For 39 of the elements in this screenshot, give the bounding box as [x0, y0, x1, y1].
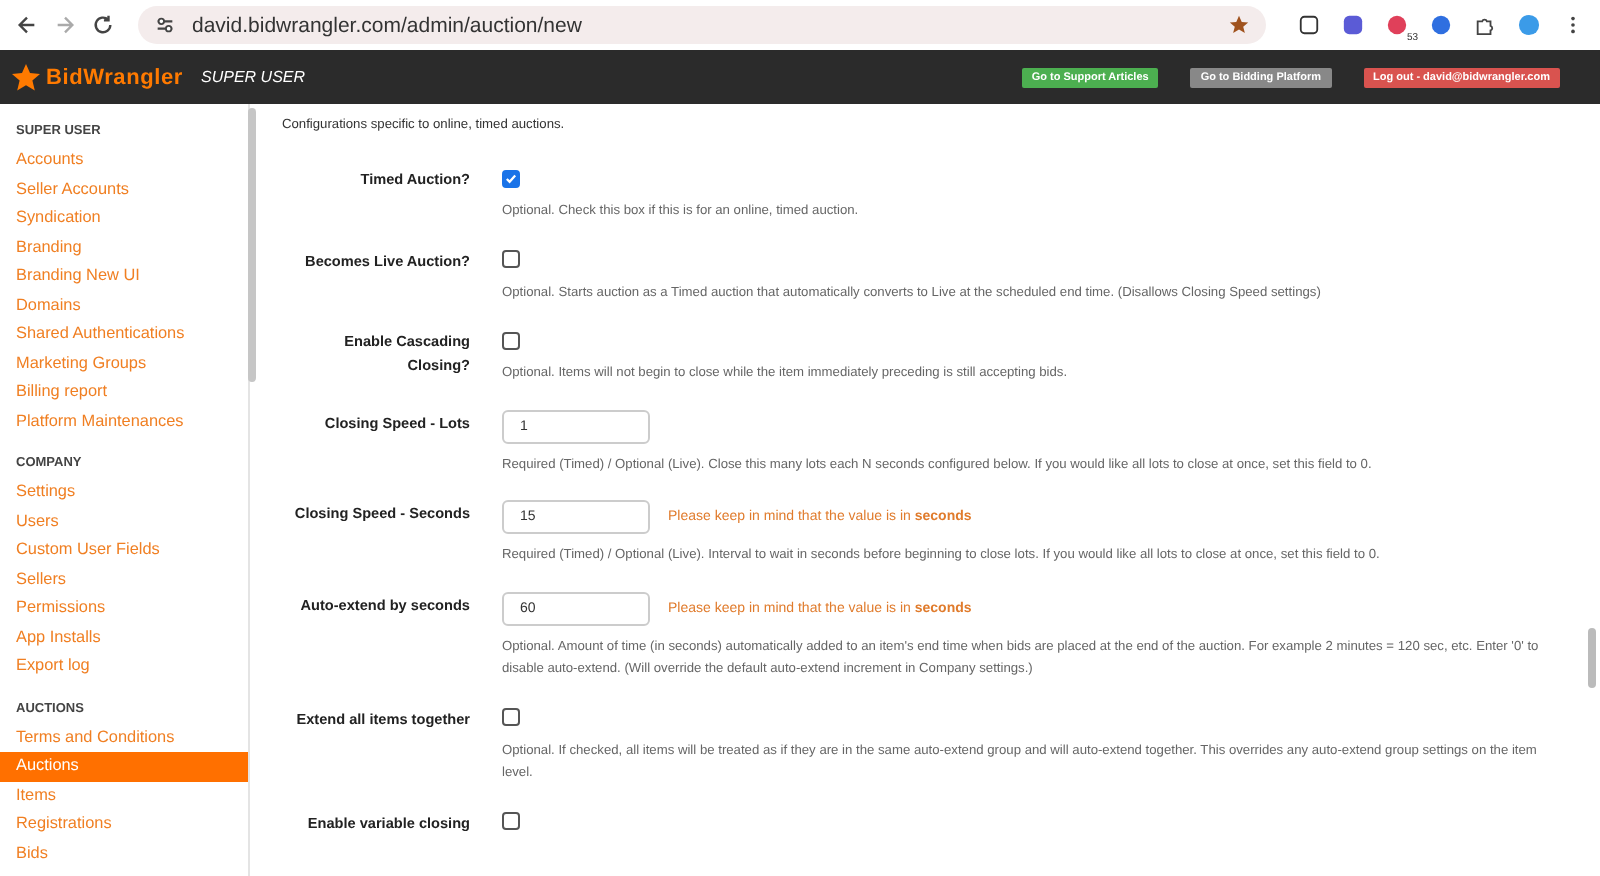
sidebar-item[interactable]: Export log — [0, 652, 248, 681]
sidebar-item[interactable]: Domains — [0, 291, 248, 320]
extension-icon[interactable] — [1342, 14, 1364, 36]
sidebar-item[interactable]: Branding New UI — [0, 262, 248, 291]
address-bar[interactable]: david.bidwrangler.com/admin/auction/new — [138, 6, 1266, 44]
sidebar-item[interactable]: Terms and Conditions — [0, 723, 248, 752]
brand-logo: BidWrangler — [46, 65, 183, 89]
checkbox[interactable] — [502, 169, 520, 187]
sidebar-item[interactable]: Registrations — [0, 810, 248, 839]
profile-icon[interactable] — [1518, 14, 1540, 36]
sidebar-item[interactable]: Platform Maintenances — [0, 407, 248, 436]
sidebar-item[interactable]: Branding — [0, 233, 248, 262]
sidebar-item[interactable]: Sellers — [0, 565, 248, 594]
extension-icon[interactable] — [1298, 14, 1320, 36]
reload-icon[interactable] — [92, 14, 114, 36]
sidebar-item[interactable]: Seller Accounts — [0, 175, 248, 204]
puzzle-icon[interactable] — [1474, 14, 1496, 36]
sidebar-item[interactable]: Syndication — [0, 204, 248, 233]
sidebar-item[interactable]: App Installs — [0, 623, 248, 652]
sidebar-item[interactable]: Users — [0, 507, 248, 536]
star-icon[interactable] — [1228, 14, 1250, 36]
sidebar-item[interactable]: Items — [0, 781, 248, 810]
sidebar-item[interactable]: Bids — [0, 839, 248, 868]
logo-icon — [12, 63, 40, 91]
checkbox[interactable] — [502, 708, 520, 726]
sidebar-item[interactable]: Custom User Fields — [0, 536, 248, 565]
sidebar-item[interactable]: Shared Authentications — [0, 320, 248, 349]
checkbox[interactable] — [502, 250, 520, 268]
sidebar-item[interactable]: Permissions — [0, 594, 248, 623]
sidebar-item[interactable]: Billing report — [0, 378, 248, 407]
site-settings-icon[interactable] — [154, 14, 176, 36]
checkbox[interactable] — [502, 812, 520, 830]
back-icon[interactable] — [16, 14, 38, 36]
sidebar-item[interactable]: Auctions — [0, 752, 248, 781]
sidebar-item[interactable]: Settings — [0, 478, 248, 507]
sidebar-item[interactable]: Accounts — [0, 146, 248, 175]
checkbox[interactable] — [502, 331, 520, 349]
role-label: SUPER USER — [201, 68, 306, 86]
sidebar-item[interactable]: Marketing Groups — [0, 349, 248, 378]
